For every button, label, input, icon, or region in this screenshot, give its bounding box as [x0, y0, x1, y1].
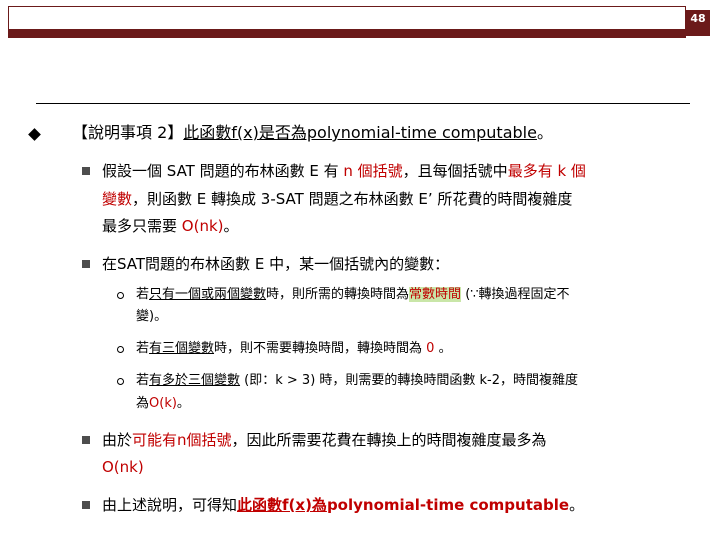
case-text: 時，則所需的轉換時間為	[266, 287, 410, 302]
case-more-than-three-line-1: 若有多於三個變數 (即：k > 3) 時，則需要的轉換時間函數 k-2，時間複雜…	[136, 370, 578, 392]
assumption-text: ，且每個括號中	[402, 162, 508, 180]
assumption-n-clauses: n 個括號	[343, 162, 403, 180]
bullet-total-complexity-line-2: O(nk)	[102, 458, 144, 476]
explanation-link[interactable]: 此函數f(x)是否為polynomial-time computable	[183, 123, 537, 142]
circle-bullet-icon	[117, 292, 124, 299]
square-bullet-icon	[82, 260, 90, 268]
assumption-text: 。	[223, 217, 239, 235]
case-text: 若	[136, 287, 150, 302]
bullet-total-complexity-line-1: 由於可能有n個括號，因此所需要花費在轉換上的時間複雜度最多為	[102, 428, 547, 452]
case-three-variables: 若有三個變數時，則不需要轉換時間，轉換時間為 0 。	[136, 338, 452, 360]
title-divider	[36, 103, 690, 104]
assumption-text: 最多只需要	[102, 217, 182, 235]
bullet-assumption-line-3: 最多只需要 O(nk)。	[102, 214, 239, 238]
case-text: 為	[136, 396, 150, 411]
explanation-end: 。	[536, 123, 553, 142]
case-text: 時，則不需要轉換時間，轉換時間為	[214, 341, 427, 356]
case-three-label: 有三個變數	[149, 341, 215, 356]
bullet-assumption-line-2: 變數，則函數 E 轉換成 3-SAT 問題之布林函數 E’ 所花費的時間複雜度	[102, 187, 572, 211]
case-text: 若	[136, 341, 150, 356]
case-one-or-two-label: 只有一個或兩個變數	[149, 287, 267, 302]
conclusion-text: 。	[569, 496, 585, 514]
total-text: 由於	[102, 431, 133, 449]
assumption-max-k: 最多有 k 個	[507, 162, 586, 180]
title-bar-decoration	[8, 6, 708, 38]
assumption-variables: 變數	[102, 190, 133, 208]
case-constant-time: 常數時間	[409, 287, 462, 302]
page-number: 48	[686, 10, 710, 36]
case-more-than-three-line-2: 為O(k)。	[136, 393, 190, 415]
case-one-or-two-line-1: 若只有一個或兩個變數時，則所需的轉換時間為常數時間 (∵轉換過程固定不	[136, 284, 570, 306]
conclusion-function: 此函數f(x)為	[237, 496, 327, 514]
case-text: 。	[434, 341, 452, 356]
diamond-bullet-icon	[28, 128, 41, 141]
explanation-prefix: 【說明事項 2】	[72, 123, 184, 142]
conclusion-computable: polynomial-time computable	[326, 496, 570, 514]
conclusion-text: 由上述說明，可得知	[102, 496, 238, 514]
bullet-assumption-line-1: 假設一個 SAT 問題的布林函數 E 有 n 個括號，且每個括號中最多有 k 個	[102, 159, 586, 183]
assumption-text: ，則函數 E 轉換成 3-SAT 問題之布林函數 E’ 所花費的時間複雜度	[132, 190, 573, 208]
assumption-complexity: O(nk)	[181, 217, 224, 235]
square-bullet-icon	[82, 167, 90, 175]
case-more-label: 有多於三個變數	[149, 373, 241, 388]
bullet-conclusion: 由上述說明，可得知此函數f(x)為polynomial-time computa…	[102, 493, 584, 517]
case-one-or-two-line-2: 變)。	[136, 309, 168, 324]
case-ok-complexity: O(k)	[149, 396, 177, 411]
title-bar-outline	[8, 6, 686, 30]
case-text: (即：k > 3) 時，則需要的轉換時間函數 k-2，時間複雜度	[240, 373, 579, 388]
square-bullet-icon	[82, 501, 90, 509]
bullet-clause-variables: 在SAT問題的布林函數 E 中，某一個括號內的變數：	[102, 255, 450, 273]
title-bar-accent	[8, 30, 686, 38]
case-text: 。	[176, 396, 190, 411]
circle-bullet-icon	[117, 346, 124, 353]
case-text: 若	[136, 373, 150, 388]
total-possible: 可能有	[132, 431, 178, 449]
assumption-text: 假設一個 SAT 問題的布林函數 E 有	[102, 162, 344, 180]
total-text: ，因此所需要花費在轉換上的時間複雜度最多為	[231, 431, 547, 449]
total-n-clauses: n個括號	[177, 431, 232, 449]
case-text: (∵轉換過程固定不	[461, 287, 570, 302]
square-bullet-icon	[82, 436, 90, 444]
bullet-main-explanation: 【說明事項 2】此函數f(x)是否為polynomial-time comput…	[72, 122, 553, 144]
circle-bullet-icon	[117, 378, 124, 385]
